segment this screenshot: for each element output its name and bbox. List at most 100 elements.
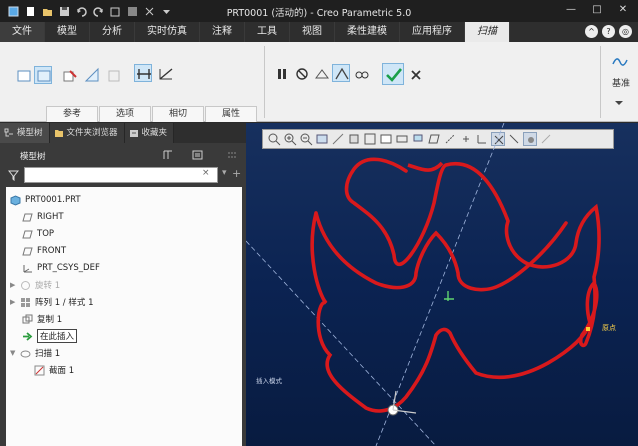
revolve-icon xyxy=(20,280,31,291)
copy-icon xyxy=(22,314,33,325)
maximize-button[interactable]: □ xyxy=(586,3,608,18)
window-controls: — □ ✕ xyxy=(560,3,634,18)
help-icon[interactable]: ? xyxy=(602,25,615,38)
tree-node-label: TOP xyxy=(37,229,55,239)
tab-analysis[interactable]: 分析 xyxy=(90,22,135,42)
sweep-trajectory-top-curve[interactable] xyxy=(407,161,444,172)
expand-arrow-icon[interactable]: ▶ xyxy=(10,298,16,306)
tree-node-rotate[interactable]: ▶ 旋转 1 xyxy=(10,278,60,292)
tab-tangency[interactable]: 相切 xyxy=(152,106,204,122)
new-file-icon[interactable] xyxy=(25,6,36,17)
tree-node-front[interactable]: FRONT xyxy=(22,244,66,258)
minimize-button[interactable]: — xyxy=(560,3,582,18)
tree-node-top[interactable]: TOP xyxy=(22,227,54,241)
origin-point-icon xyxy=(586,327,590,331)
tab-sweep[interactable]: 扫描 xyxy=(465,22,510,42)
tree-node-section[interactable]: 截面 1 xyxy=(34,363,74,377)
sweep-trajectory-curve[interactable] xyxy=(310,157,601,413)
tab-applications[interactable]: 应用程序 xyxy=(400,22,465,42)
tab-folder-browser[interactable]: 文件夹浏览器 xyxy=(49,123,125,143)
tab-right-tools: ^ ? ◎ xyxy=(585,25,632,38)
graphics-window[interactable]: 原点 插入模式 xyxy=(246,123,638,446)
expand-arrow-icon[interactable]: ▶ xyxy=(10,281,16,289)
save-icon[interactable] xyxy=(59,6,70,17)
pause-icon[interactable] xyxy=(272,64,290,82)
clear-filter-icon[interactable]: × xyxy=(202,168,210,178)
live-preview-icon[interactable] xyxy=(332,64,350,82)
redo-icon[interactable] xyxy=(93,6,104,17)
navigator-tabs: 模型树 文件夹浏览器 收藏夹 xyxy=(0,123,246,143)
favorites-icon xyxy=(129,130,138,137)
thicken-icon[interactable] xyxy=(82,66,100,84)
tab-annotate[interactable]: 注释 xyxy=(200,22,245,42)
tree-node-label: 阵列 1 / 样式 1 xyxy=(35,298,94,308)
tab-flexible-modeling[interactable]: 柔性建模 xyxy=(335,22,400,42)
pattern-icon xyxy=(20,297,31,308)
trim-icon[interactable] xyxy=(104,66,122,84)
tab-view[interactable]: 视图 xyxy=(290,22,335,42)
tab-folder-browser-label: 文件夹浏览器 xyxy=(66,128,118,138)
constant-section-icon[interactable] xyxy=(134,64,152,82)
datum-label: 基准 xyxy=(611,79,630,89)
attached-preview-icon[interactable] xyxy=(312,64,330,82)
verify-mode-icon[interactable] xyxy=(352,64,370,82)
tab-tools[interactable]: 工具 xyxy=(245,22,290,42)
close-window-icon[interactable] xyxy=(144,6,155,17)
add-filter-icon[interactable]: + xyxy=(232,167,241,180)
tree-columns-icon[interactable] xyxy=(162,149,174,164)
tree-node-label: PRT_CSYS_DEF xyxy=(37,263,100,273)
tree-node-label: 复制 1 xyxy=(37,315,63,325)
tab-model[interactable]: 模型 xyxy=(45,22,90,42)
tab-favorites[interactable]: 收藏夹 xyxy=(124,123,175,143)
tree-search-input[interactable] xyxy=(24,167,218,183)
tab-options[interactable]: 选项 xyxy=(99,106,151,122)
tab-file[interactable]: 文件 xyxy=(0,22,45,42)
tree-node-sweep[interactable]: ▼ 扫描 1 xyxy=(10,346,60,360)
tree-collapse-icon[interactable] xyxy=(226,149,238,164)
no-preview-icon[interactable] xyxy=(292,64,310,82)
model-tree-icon xyxy=(4,128,13,137)
tab-properties[interactable]: 属性 xyxy=(205,106,257,122)
datum-plane-icon xyxy=(22,246,33,257)
ribbon-tabs: 文件 模型 分析 实时仿真 注释 工具 视图 柔性建模 应用程序 扫描 ^ ? … xyxy=(0,22,638,42)
close-button[interactable]: ✕ xyxy=(612,3,634,18)
tree-settings-icon[interactable] xyxy=(192,149,204,164)
search-icon[interactable]: ◎ xyxy=(619,25,632,38)
tree-node-csys[interactable]: PRT_CSYS_DEF xyxy=(22,261,100,275)
datum-dropdown-icon[interactable] xyxy=(612,96,624,108)
tree-node-copy[interactable]: 复制 1 xyxy=(22,312,62,326)
tab-model-tree-label: 模型树 xyxy=(17,128,43,138)
minimize-ribbon-icon[interactable]: ^ xyxy=(585,25,598,38)
filter-icon[interactable] xyxy=(7,170,20,184)
cancel-button[interactable] xyxy=(406,65,424,83)
windows-icon[interactable] xyxy=(127,6,138,17)
tab-model-tree[interactable]: 模型树 xyxy=(0,123,50,143)
sketch-icon xyxy=(34,365,45,376)
customize-qat-icon[interactable] xyxy=(161,6,172,17)
tree-node-root[interactable]: PRT0001.PRT xyxy=(10,193,81,207)
model-canvas xyxy=(246,123,601,446)
tab-references[interactable]: 参考 xyxy=(46,106,98,122)
tree-node-insert-here[interactable]: 在此插入 xyxy=(22,329,78,343)
tab-live-simulation[interactable]: 实时仿真 xyxy=(135,22,200,42)
collapse-arrow-icon[interactable]: ▼ xyxy=(10,349,16,357)
part-icon xyxy=(10,194,21,206)
model-tree-header: 模型树 xyxy=(0,145,246,165)
tree-filter-row: × ▾ + xyxy=(6,167,242,185)
filter-dropdown-icon[interactable]: ▾ xyxy=(222,168,227,178)
variable-section-icon[interactable] xyxy=(156,64,174,82)
open-folder-icon[interactable] xyxy=(42,6,53,17)
tree-node-label: 扫描 1 xyxy=(35,349,61,359)
tree-node-right[interactable]: RIGHT xyxy=(22,210,64,224)
ribbon-separator-right xyxy=(600,46,601,118)
surface-icon[interactable] xyxy=(34,66,52,84)
ok-button[interactable] xyxy=(382,63,404,85)
dashboard-panel-tabs: 参考 选项 相切 属性 xyxy=(46,106,258,122)
solid-icon[interactable] xyxy=(14,66,32,84)
quick-access-toolbar xyxy=(0,6,172,17)
remove-material-icon[interactable] xyxy=(60,66,78,84)
datum-icon[interactable] xyxy=(610,52,628,70)
tree-node-pattern[interactable]: ▶ 阵列 1 / 样式 1 xyxy=(10,295,94,309)
regenerate-icon[interactable] xyxy=(110,6,121,17)
undo-icon[interactable] xyxy=(76,6,87,17)
